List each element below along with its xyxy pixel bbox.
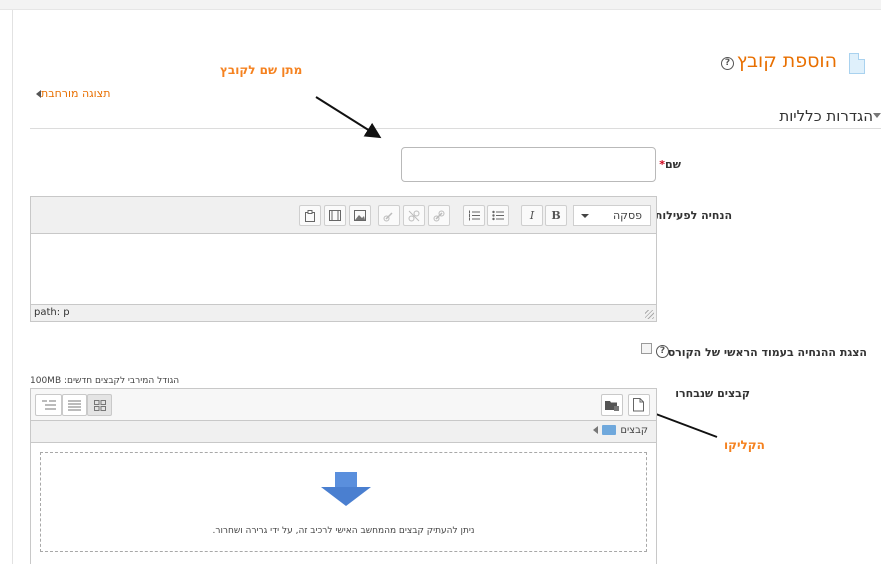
unlink-button[interactable] bbox=[403, 205, 425, 226]
unlink-icon bbox=[408, 210, 420, 222]
dropzone-text: ניתן להעתיק קבצים מהמחשב האישי לרכיב זה,… bbox=[212, 526, 475, 536]
format-value: פסקה bbox=[613, 209, 642, 222]
add-file-button[interactable] bbox=[628, 394, 650, 416]
dropzone[interactable]: ניתן להעתיק קבצים מהמחשב האישי לרכיב זה,… bbox=[40, 452, 647, 552]
path-folder-label[interactable]: קבצים bbox=[620, 425, 648, 436]
bullet-list-icon bbox=[492, 210, 504, 221]
ordered-list-button[interactable] bbox=[463, 205, 485, 226]
view-icons-button[interactable] bbox=[35, 394, 62, 416]
filemanager-content: ניתן להעתיק קבצים מהמחשב האישי לרכיב זה,… bbox=[30, 443, 657, 564]
media-icon bbox=[329, 210, 341, 221]
name-pointer-arrow bbox=[315, 96, 382, 139]
path-triangle-icon bbox=[593, 426, 599, 434]
view-grid-button[interactable] bbox=[87, 394, 112, 416]
view-list-button[interactable] bbox=[62, 394, 87, 416]
clipboard-icon bbox=[305, 210, 315, 222]
folder-icon bbox=[602, 425, 617, 435]
numbered-list-icon bbox=[469, 210, 480, 221]
grid-view-icon bbox=[94, 400, 106, 411]
description-label: הנחיה לפעילות bbox=[654, 209, 732, 222]
unordered-list-button[interactable] bbox=[487, 205, 509, 226]
name-label-text: שם bbox=[664, 158, 681, 171]
chevron-down-icon bbox=[581, 214, 589, 218]
path-breadcrumb[interactable]: קבצים bbox=[589, 425, 648, 436]
list-view-icon bbox=[68, 400, 81, 411]
manage-files-button[interactable] bbox=[299, 205, 321, 226]
paragraph-format-select[interactable]: פסקה bbox=[573, 205, 651, 226]
image-icon bbox=[354, 210, 366, 221]
name-input[interactable] bbox=[401, 147, 656, 182]
filemanager-toolbar bbox=[30, 388, 657, 421]
resize-grip-icon[interactable] bbox=[645, 310, 654, 319]
italic-button[interactable]: I bbox=[521, 205, 543, 226]
editor-path: path: p bbox=[34, 307, 70, 318]
bold-button[interactable]: B bbox=[545, 205, 567, 226]
insert-image-button[interactable] bbox=[349, 205, 371, 226]
folder-add-icon bbox=[605, 401, 619, 411]
show-description-label: הצגת ההנחיה בעמוד הראשי של הקורס bbox=[667, 346, 867, 359]
link-button[interactable] bbox=[428, 205, 450, 226]
click-annotation: הקליקו bbox=[724, 438, 765, 452]
anchor-button[interactable] bbox=[378, 205, 400, 226]
download-arrow-icon bbox=[321, 472, 371, 506]
editor-status-bar: path: p bbox=[31, 304, 656, 321]
description-editor[interactable]: פסקה B I path: p bbox=[30, 196, 657, 322]
max-size-note: הגודל המירבי לקבצים חדשים: 100MB bbox=[30, 376, 180, 386]
create-folder-button[interactable] bbox=[601, 394, 623, 416]
editor-toolbar: פסקה B I bbox=[31, 197, 656, 234]
add-file-icon bbox=[633, 398, 644, 412]
filemanager-path-bar: קבצים bbox=[30, 421, 657, 443]
tree-view-icon bbox=[42, 400, 56, 410]
name-label: שם* bbox=[659, 158, 681, 171]
selected-files-label: קבצים שנבחרו bbox=[675, 387, 750, 400]
link-icon bbox=[433, 210, 445, 222]
anchor-icon bbox=[383, 212, 393, 222]
show-description-checkbox[interactable] bbox=[641, 343, 652, 354]
insert-media-button[interactable] bbox=[324, 205, 346, 226]
